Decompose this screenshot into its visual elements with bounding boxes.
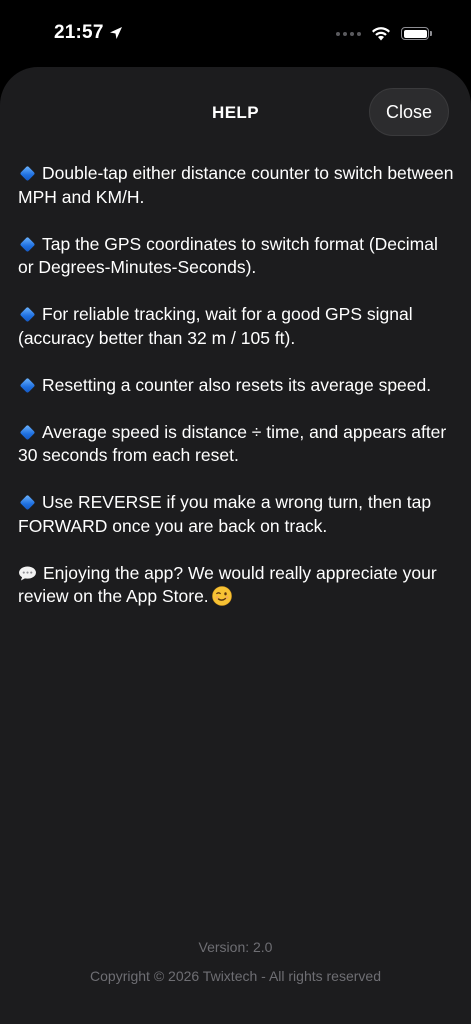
blue-diamond-icon	[19, 307, 36, 323]
winking-face-icon	[211, 586, 232, 606]
help-item: Use REVERSE if you make a wrong turn, th…	[18, 491, 458, 538]
help-item: Double-tap either distance counter to sw…	[18, 162, 458, 209]
help-item-text: Average speed is distance ÷ time, and ap…	[18, 421, 447, 466]
wifi-icon	[372, 27, 390, 41]
blue-diamond-icon	[19, 236, 36, 253]
help-item: For reliable tracking, wait for a good G…	[18, 303, 458, 350]
status-time-label: 21:57	[54, 22, 104, 43]
status-bar: 21:57	[0, 0, 471, 66]
cellular-signal-icon	[336, 31, 361, 36]
copyright-notice: Copyright © 2026 Twixtech - All rights r…	[90, 968, 381, 984]
status-icons	[336, 26, 432, 41]
help-item-text: Resetting a counter also resets its aver…	[42, 374, 432, 395]
speech-bubble-icon	[19, 565, 36, 581]
app-version: Version: 2.0	[198, 939, 273, 955]
battery-icon	[401, 27, 432, 40]
help-item-text: Tap the GPS coordinates to switch format…	[18, 233, 438, 278]
close-button[interactable]: Close	[369, 88, 449, 136]
location-arrow-icon	[109, 27, 122, 39]
help-item: Resetting a counter also resets its aver…	[18, 374, 458, 398]
help-item: Tap the GPS coordinates to switch format…	[18, 233, 458, 280]
blue-diamond-icon	[19, 377, 36, 394]
help-item-review: Enjoying the app? We would really apprec…	[18, 562, 458, 609]
status-time: 21:57	[54, 22, 124, 44]
help-list: Double-tap either distance counter to sw…	[18, 162, 458, 632]
blue-diamond-icon	[19, 495, 36, 511]
help-item: Average speed is distance ÷ time, and ap…	[18, 421, 458, 468]
blue-diamond-icon	[19, 424, 36, 441]
help-item-text: For reliable tracking, wait for a good G…	[18, 304, 413, 348]
help-item-text: Use REVERSE if you make a wrong turn, th…	[18, 492, 432, 536]
help-item-text: Double-tap either distance counter to sw…	[18, 163, 454, 207]
blue-diamond-icon	[19, 166, 36, 182]
